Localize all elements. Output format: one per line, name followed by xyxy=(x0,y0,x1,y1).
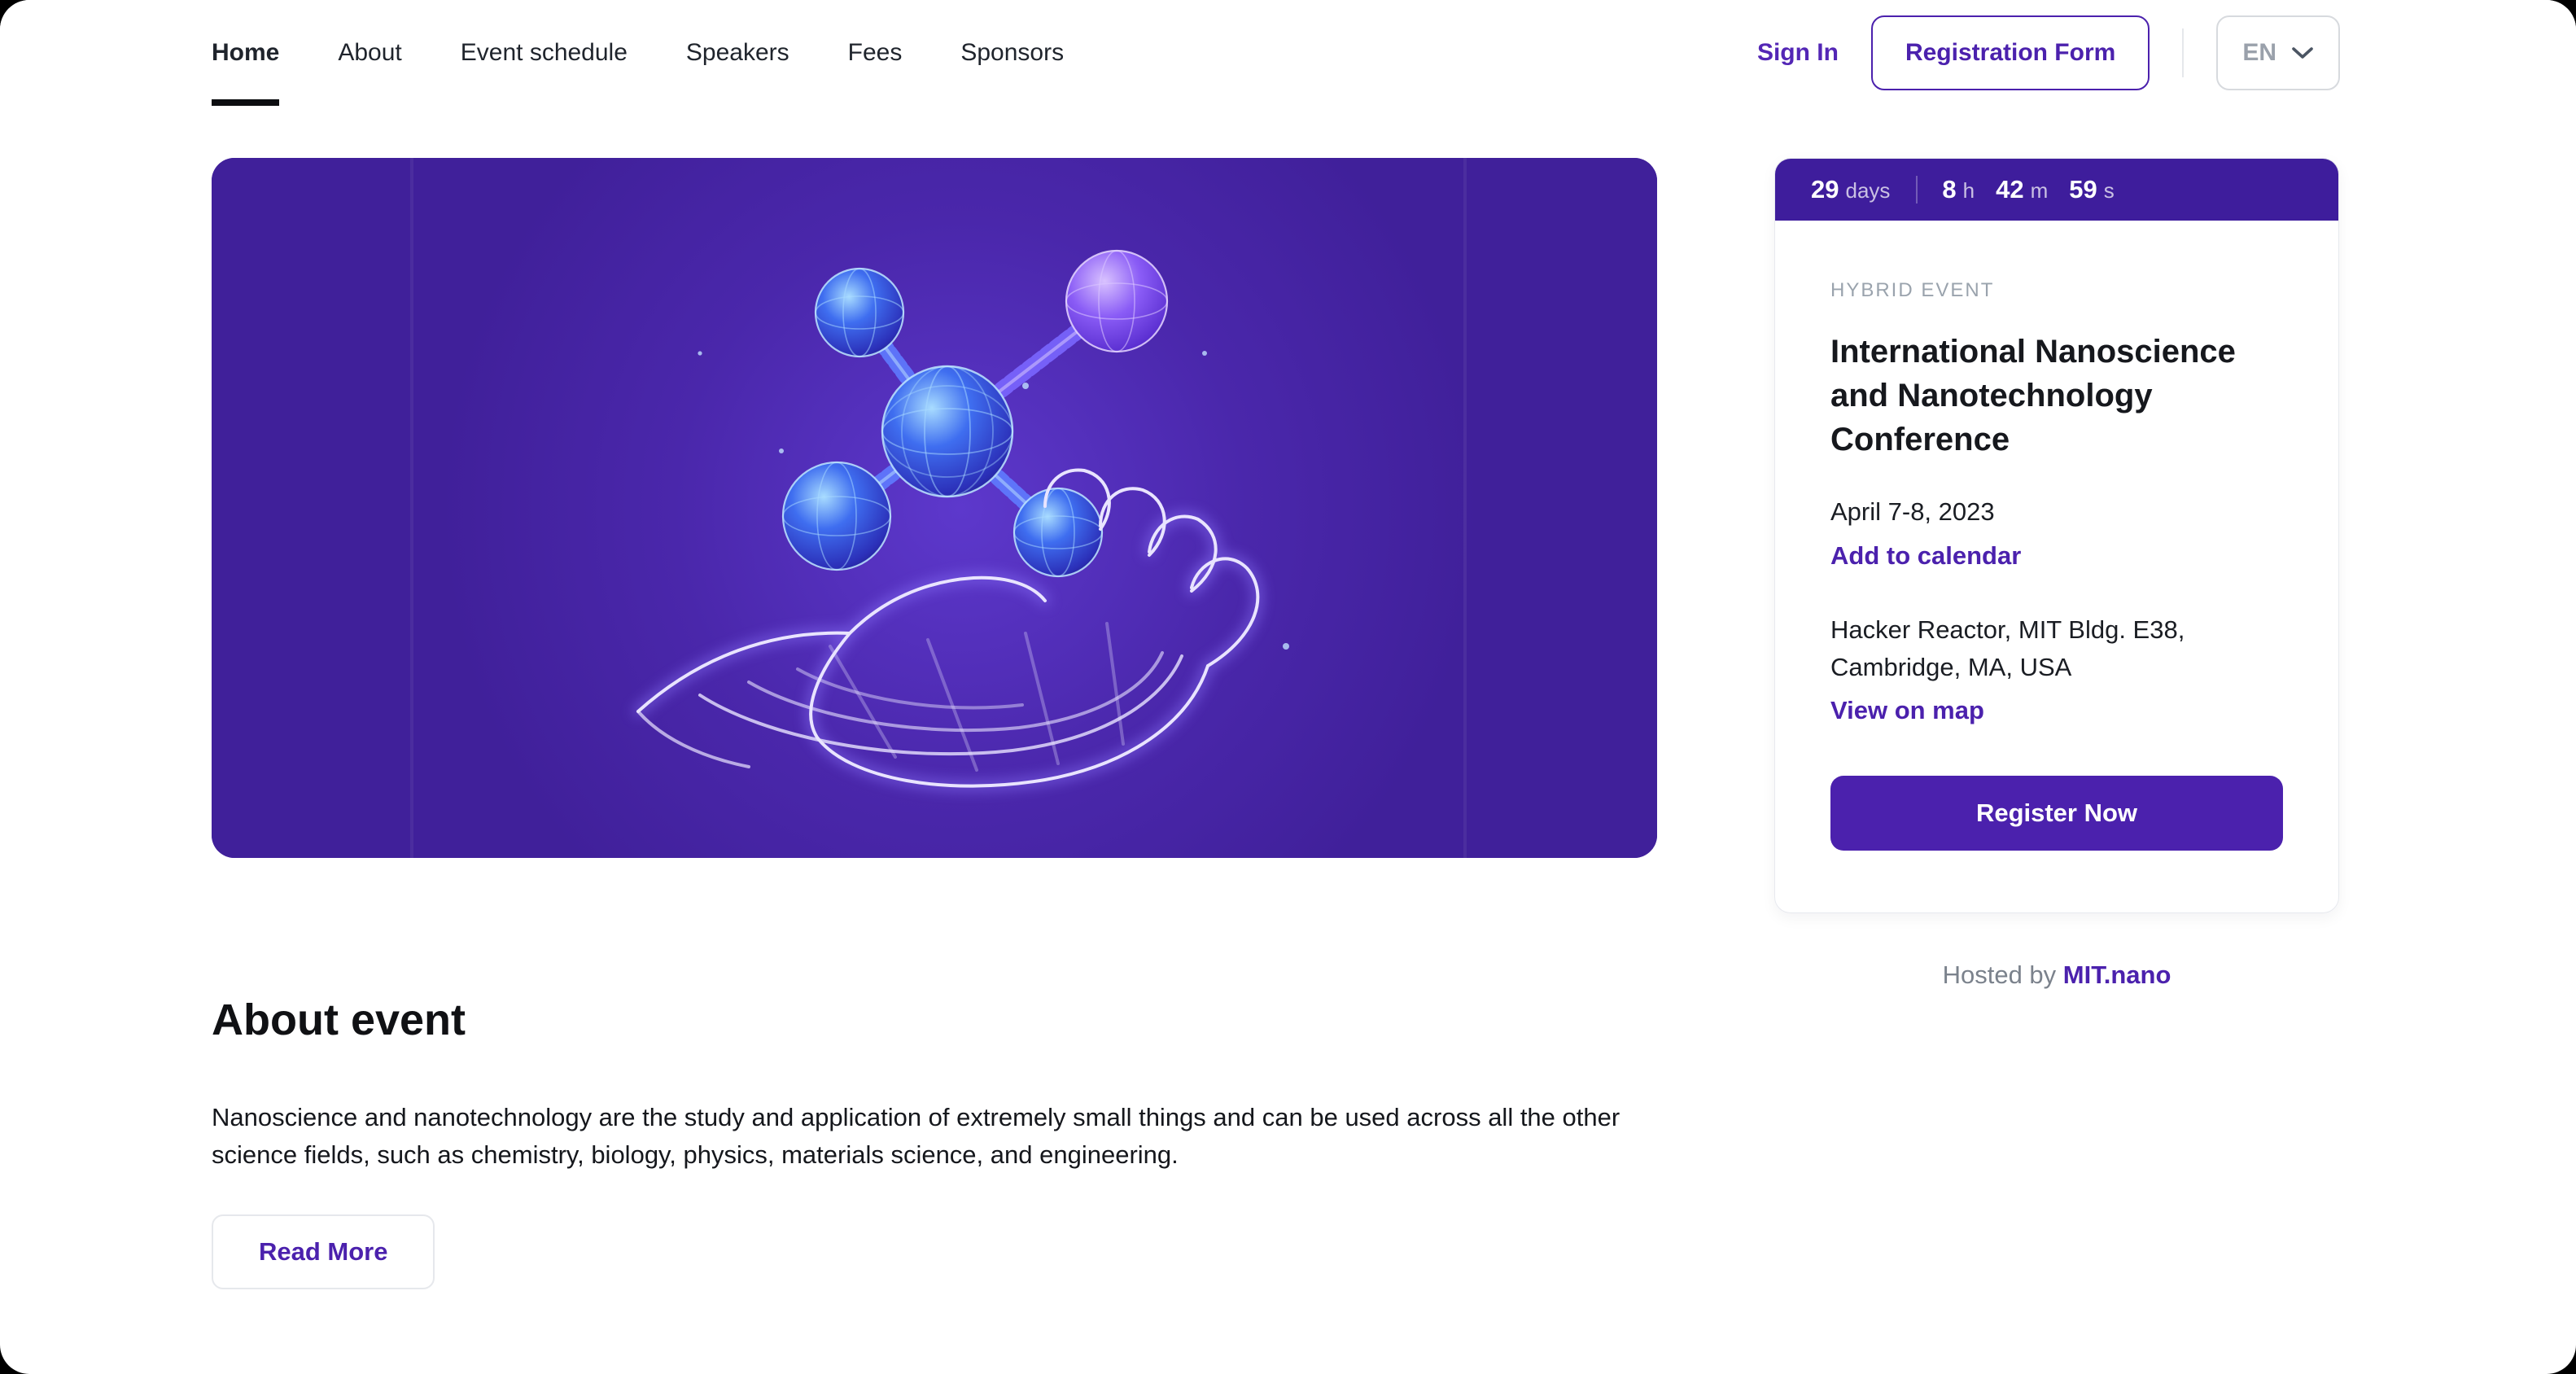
hosted-by-prefix: Hosted by xyxy=(1943,960,2063,989)
countdown-hours-unit: h xyxy=(1963,178,1975,203)
nav-item-speakers[interactable]: Speakers xyxy=(686,0,789,106)
hero-illustration xyxy=(212,158,1657,858)
event-card: 29 days 8 h 42 m 59 s xyxy=(1774,158,2339,913)
nav-divider xyxy=(2182,28,2184,77)
language-label: EN xyxy=(2242,39,2276,67)
nav-item-event-schedule[interactable]: Event schedule xyxy=(461,0,628,106)
event-location-line2: Cambridge, MA, USA xyxy=(1830,649,2283,686)
about-section: About event Nanoscience and nanotechnolo… xyxy=(212,995,1657,1289)
nav-actions: Sign In Registration Form EN xyxy=(1757,15,2340,90)
read-more-button[interactable]: Read More xyxy=(212,1214,435,1289)
nav-item-about[interactable]: About xyxy=(338,0,401,106)
countdown-bar: 29 days 8 h 42 m 59 s xyxy=(1775,159,2338,221)
hero-banner xyxy=(212,158,1657,858)
view-on-map-link[interactable]: View on map xyxy=(1830,696,1984,725)
sign-in-link[interactable]: Sign In xyxy=(1757,39,1839,67)
right-column: 29 days 8 h 42 m 59 s xyxy=(1774,158,2339,990)
hosted-by: Hosted by MIT.nano xyxy=(1774,960,2339,990)
nav-links: Home About Event schedule Speakers Fees … xyxy=(212,0,1064,106)
nav-item-sponsors[interactable]: Sponsors xyxy=(960,0,1064,106)
nav-item-fees[interactable]: Fees xyxy=(848,0,903,106)
countdown-seconds: 59 s xyxy=(2069,175,2114,204)
main-content: About event Nanoscience and nanotechnolo… xyxy=(0,106,2576,1289)
countdown-days: 29 days xyxy=(1811,175,1890,204)
countdown-days-unit: days xyxy=(1845,178,1890,203)
register-now-button[interactable]: Register Now xyxy=(1830,776,2283,851)
about-heading: About event xyxy=(212,995,1657,1045)
event-location: Hacker Reactor, MIT Bldg. E38, Cambridge… xyxy=(1830,611,2283,686)
countdown-days-value: 29 xyxy=(1811,175,1839,204)
add-to-calendar-link[interactable]: Add to calendar xyxy=(1830,541,2021,571)
about-text: Nanoscience and nanotechnology are the s… xyxy=(212,1099,1632,1174)
top-navigation: Home About Event schedule Speakers Fees … xyxy=(0,0,2576,106)
event-date: April 7-8, 2023 xyxy=(1830,497,2283,527)
language-selector[interactable]: EN xyxy=(2216,15,2340,90)
event-type-label: HYBRID EVENT xyxy=(1830,279,2283,302)
countdown-seconds-unit: s xyxy=(2104,178,2115,203)
left-column: About event Nanoscience and nanotechnolo… xyxy=(212,158,1657,1289)
countdown-minutes: 42 m xyxy=(1996,175,2048,204)
countdown-minutes-value: 42 xyxy=(1996,175,2023,204)
countdown-minutes-unit: m xyxy=(2031,178,2049,203)
countdown-seconds-value: 59 xyxy=(2069,175,2097,204)
countdown-hours-value: 8 xyxy=(1942,175,1956,204)
countdown-divider xyxy=(1916,176,1918,203)
registration-form-button[interactable]: Registration Form xyxy=(1871,15,2150,90)
nav-item-home[interactable]: Home xyxy=(212,0,279,106)
event-card-body: HYBRID EVENT International Nanoscience a… xyxy=(1775,221,2338,912)
countdown-hours: 8 h xyxy=(1942,175,1975,204)
chevron-down-icon xyxy=(2291,46,2314,60)
event-title: International Nanoscience and Nanotechno… xyxy=(1830,330,2283,462)
host-link[interactable]: MIT.nano xyxy=(2063,960,2171,989)
event-location-line1: Hacker Reactor, MIT Bldg. E38, xyxy=(1830,611,2283,649)
page: Home About Event schedule Speakers Fees … xyxy=(0,0,2576,1374)
